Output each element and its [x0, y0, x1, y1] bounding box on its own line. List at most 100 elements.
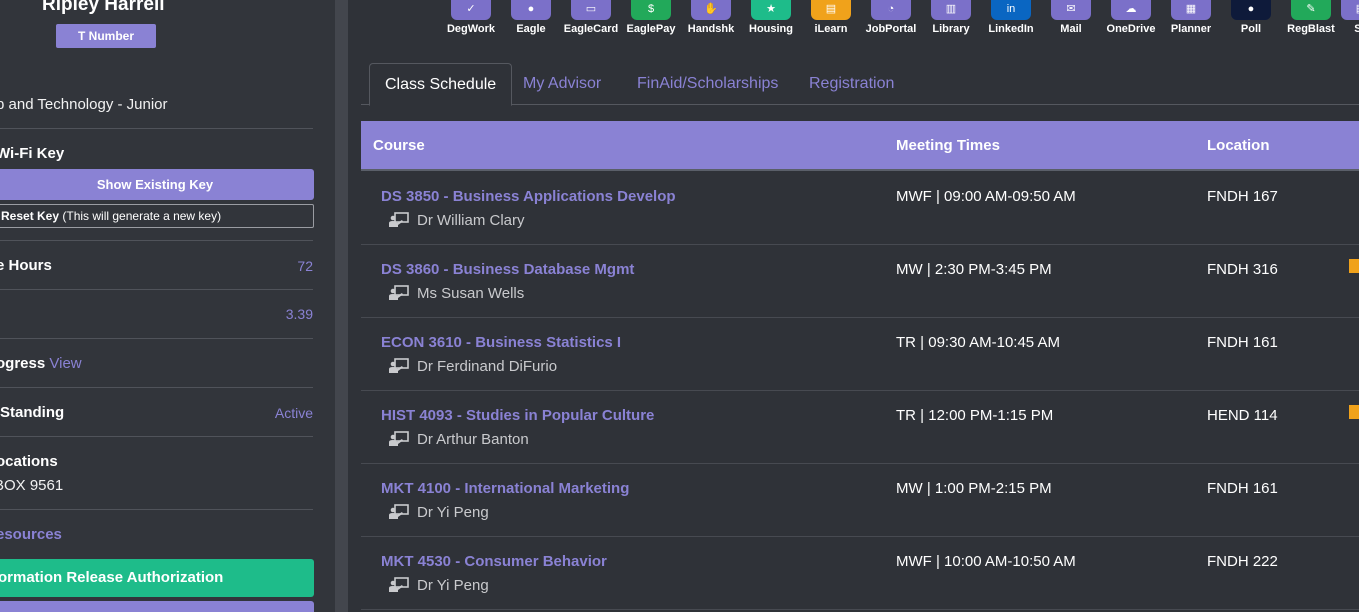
schedule-table-header: Course Meeting Times Location [361, 121, 1359, 171]
dollar-icon: $ [631, 0, 671, 20]
pencil-icon: ✎ [1291, 0, 1331, 20]
sidebar: Ripley Harrell T Number p and Technology… [0, 0, 335, 612]
app-label: Sc [1354, 23, 1359, 35]
gpa-value: 3.39 [285, 306, 313, 322]
briefcase-icon: ◔ [871, 0, 911, 20]
meeting-times: MW | 1:00 PM-2:15 PM [896, 480, 1052, 497]
instructor-icon [389, 212, 409, 227]
app-handshk[interactable]: ✋ Handshk [681, 0, 741, 35]
app-poll[interactable]: ● Poll [1221, 0, 1281, 35]
program-label: p and Technology - Junior [0, 96, 168, 113]
table-row: DS 3860 - Business Database Mgmt Ms Susan… [361, 245, 1359, 318]
meeting-times: MWF | 10:00 AM-10:50 AM [896, 553, 1076, 570]
show-existing-key-button[interactable]: Show Existing Key [0, 169, 314, 200]
column-header-location: Location [1207, 137, 1270, 154]
id-card-icon: ▭ [571, 0, 611, 20]
library-icon: ▥ [931, 0, 971, 20]
table-row: HIST 4093 - Studies in Popular Culture Dr… [361, 391, 1359, 464]
instructor-icon [389, 504, 409, 519]
instructor-name: Dr Yi Peng [417, 577, 489, 594]
app-icon-glyph: ✉ [1066, 3, 1076, 15]
instructor-icon [389, 358, 409, 373]
table-row: MKT 4530 - Consumer Behavior Dr Yi Peng MW… [361, 537, 1359, 610]
app-eagle[interactable]: ● Eagle [501, 0, 561, 35]
app-icon-glyph: ✋ [704, 3, 718, 15]
course-link[interactable]: MKT 4100 - International Marketing [381, 480, 629, 497]
divider [0, 128, 313, 129]
progress-label: ogress [0, 355, 46, 372]
standing-value: Active [274, 405, 313, 421]
app-onedrive[interactable]: ☁ OneDrive [1101, 0, 1161, 35]
instructor-name: Dr Ferdinand DiFurio [417, 358, 558, 375]
reset-key-button[interactable]: Reset Key (This will generate a new key) [0, 204, 314, 228]
resources-label: esources [0, 526, 62, 543]
handshake-icon: ✋ [691, 0, 731, 20]
app-icon-glyph: ✓ [466, 3, 476, 15]
course-link[interactable]: MKT 4530 - Consumer Behavior [381, 553, 607, 570]
app-label: JobPortal [865, 23, 917, 35]
app-housing[interactable]: ★ Housing [741, 0, 801, 35]
meeting-times: MW | 2:30 PM-3:45 PM [896, 261, 1052, 278]
reset-key-note: (This will generate a new key) [62, 209, 222, 223]
app-label: Poll [1240, 23, 1262, 35]
app-icon-glyph: ▥ [945, 3, 957, 15]
course-link[interactable]: ECON 3610 - Business Statistics I [381, 334, 621, 351]
degreeworks-icon: ✓ [451, 0, 491, 20]
app-label: EagleCard [563, 23, 619, 35]
poll-icon: ● [1231, 0, 1271, 20]
tab-class-schedule[interactable]: Class Schedule [369, 63, 513, 106]
app-icon-glyph: in [1006, 3, 1016, 15]
sidebar-divider [335, 0, 348, 612]
flag-icon[interactable] [1349, 405, 1359, 419]
tab-finaid-scholarships[interactable]: FinAid/Scholarships [637, 63, 778, 105]
flag-icon[interactable] [1349, 259, 1359, 273]
app-eaglecard[interactable]: ▭ EagleCard [561, 0, 621, 35]
instructor: Dr William Clary [389, 212, 525, 229]
linkedin-icon: in [991, 0, 1031, 20]
app-mail[interactable]: ✉ Mail [1041, 0, 1101, 35]
instructor: Dr Ferdinand DiFurio [389, 358, 557, 375]
tab-registration[interactable]: Registration [809, 63, 894, 105]
column-header-meeting-times: Meeting Times [896, 137, 1000, 154]
app-jobportal[interactable]: ◔ JobPortal [861, 0, 921, 35]
app-icon-glyph: ★ [766, 3, 776, 15]
progress-view-link[interactable]: View [49, 355, 81, 372]
app-linkedin[interactable]: in LinkedIn [981, 0, 1041, 35]
hours-value: 72 [297, 258, 313, 274]
app-icon-glyph: ◔ [887, 3, 895, 15]
course-link[interactable]: HIST 4093 - Studies in Popular Culture [381, 407, 654, 424]
location: FNDH 161 [1207, 334, 1278, 351]
sidebar-next-button[interactable] [0, 601, 314, 612]
app-planner[interactable]: ▦ Planner [1161, 0, 1221, 35]
mail-icon: ✉ [1051, 0, 1091, 20]
app-icon-glyph: ▤ [825, 3, 837, 15]
instructor: Dr Arthur Banton [389, 431, 529, 448]
app-icon-glyph: ● [1247, 3, 1255, 15]
app-sc[interactable]: ▤ Sc [1331, 0, 1359, 35]
course-link[interactable]: DS 3860 - Business Database Mgmt [381, 261, 634, 278]
app-label: Mail [1060, 23, 1082, 35]
hours-label: e Hours [0, 257, 52, 274]
progress-row: ogress View [0, 355, 82, 372]
app-label: Housing [749, 23, 793, 35]
app-ilearn[interactable]: ▤ iLearn [801, 0, 861, 35]
app-degwork[interactable]: ✓ DegWork [441, 0, 501, 35]
eagle-icon: ● [511, 0, 551, 20]
app-label: iLearn [814, 23, 848, 35]
meeting-times: TR | 12:00 PM-1:15 PM [896, 407, 1054, 424]
app-library[interactable]: ▥ Library [921, 0, 981, 35]
locations-label: ocations [0, 453, 58, 470]
app-label: Planner [1170, 23, 1212, 35]
tab-my-advisor[interactable]: My Advisor [523, 63, 601, 105]
information-release-button[interactable]: ormation Release Authorization [0, 559, 314, 597]
app-eaglepay[interactable]: $ EaglePay [621, 0, 681, 35]
course-link[interactable]: DS 3850 - Business Applications Develop [381, 188, 676, 205]
divider [0, 387, 313, 388]
divider [0, 338, 313, 339]
instructor: Ms Susan Wells [389, 285, 524, 302]
wifi-key-title: Wi-Fi Key [0, 145, 65, 162]
planner-icon: ▦ [1171, 0, 1211, 20]
divider [0, 509, 313, 510]
app-icon-glyph: ▦ [1185, 3, 1197, 15]
app-icon-glyph: ✎ [1306, 3, 1316, 15]
